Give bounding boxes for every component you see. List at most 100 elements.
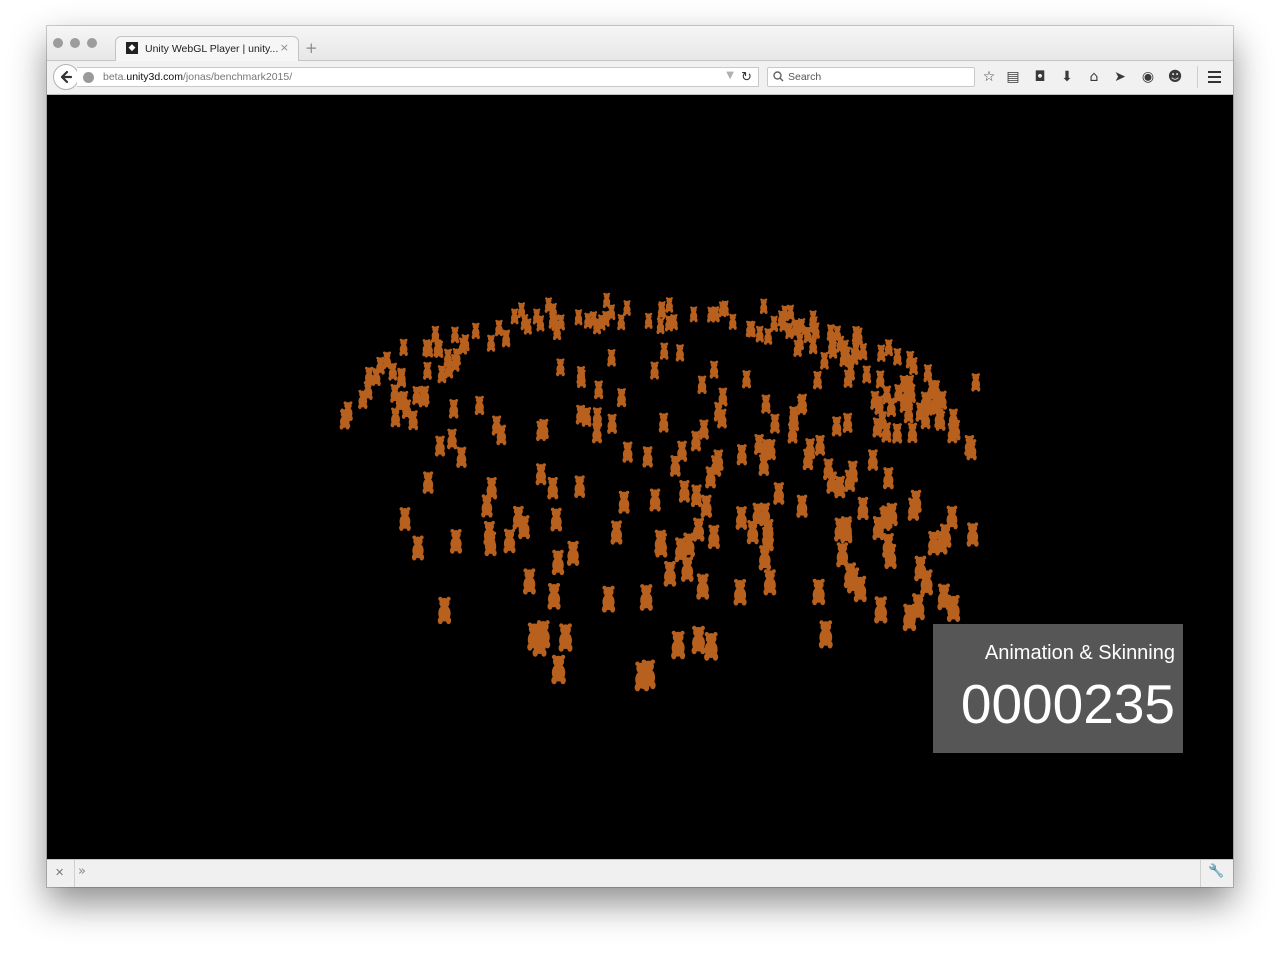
- teddy-bear: [551, 654, 566, 685]
- bookmark-star-icon[interactable]: ☆: [979, 68, 999, 86]
- teddy-bear: [690, 430, 702, 452]
- expand-chevron-icon[interactable]: »: [78, 864, 86, 879]
- teddy-bear: [903, 403, 914, 424]
- teddy-bear: [902, 603, 917, 632]
- teddy-bear: [831, 416, 842, 437]
- search-bar[interactable]: [767, 67, 975, 87]
- teddy-bear: [882, 467, 894, 490]
- teddy-bear: [818, 620, 833, 649]
- url-bar[interactable]: beta.unity3d.com/jonas/benchmark2015/ ▼ …: [77, 67, 759, 87]
- teddy-bear: [371, 367, 381, 387]
- teddy-bear: [858, 342, 868, 361]
- zoom-window-button[interactable]: [87, 38, 97, 48]
- benchmark-score-panel: Animation & Skinning 0000235: [933, 624, 1183, 753]
- teddy-bear: [946, 594, 961, 623]
- close-window-button[interactable]: [53, 38, 63, 48]
- teddy-bear: [736, 444, 748, 466]
- extension-icon[interactable]: ◉: [1138, 68, 1158, 86]
- wrench-icon[interactable]: 🔧: [1208, 864, 1224, 879]
- teddy-bear: [456, 446, 467, 469]
- teddy-bear: [758, 545, 772, 571]
- tab-close-icon[interactable]: ×: [280, 41, 289, 54]
- new-tab-button[interactable]: +: [305, 39, 318, 57]
- teddy-bear: [339, 409, 350, 430]
- teddy-bear: [812, 578, 826, 606]
- teddy-bear: [650, 361, 659, 380]
- teddy-bear: [358, 389, 368, 410]
- unity-logo-icon: ◆: [126, 42, 138, 54]
- teddy-bear: [692, 517, 705, 542]
- send-icon[interactable]: ➤: [1110, 68, 1130, 86]
- teddy-bear: [840, 519, 853, 544]
- teddy-bear: [689, 306, 698, 323]
- teddy-bear: [680, 556, 694, 582]
- teddy-bear: [669, 455, 681, 477]
- teddy-bear: [658, 412, 669, 433]
- url-text[interactable]: beta.unity3d.com/jonas/benchmark2015/: [103, 71, 292, 83]
- teddy-bear: [501, 330, 511, 348]
- teddy-bear: [446, 428, 458, 450]
- teddy-bear: [758, 454, 770, 476]
- developer-toolbar: ✕ » 🔧: [47, 859, 1233, 887]
- teddy-bear: [844, 469, 856, 492]
- teddy-bear: [853, 575, 867, 603]
- home-icon[interactable]: ⌂: [1084, 68, 1104, 86]
- teddy-bear: [761, 394, 771, 414]
- teddy-bear: [558, 623, 573, 652]
- teddy-bear: [390, 407, 401, 428]
- teddy-bear: [610, 520, 623, 545]
- teddy-bear: [566, 540, 580, 566]
- teddy-bear: [399, 507, 411, 531]
- reading-list-icon[interactable]: ▤: [1003, 68, 1023, 86]
- teddy-bear: [881, 422, 892, 443]
- teddy-bear: [690, 484, 703, 508]
- tab-title: Unity WebGL Player | unity...: [145, 43, 279, 55]
- webgl-canvas[interactable]: Animation & Skinning 0000235: [47, 95, 1233, 859]
- teddy-bear: [867, 449, 879, 471]
- teddy-bear: [616, 388, 627, 408]
- teddy-bear: [486, 334, 496, 352]
- teddy-bear: [707, 524, 720, 550]
- teddy-bear: [556, 358, 565, 377]
- minimize-window-button[interactable]: [70, 38, 80, 48]
- teddy-bear: [746, 519, 759, 545]
- chat-icon[interactable]: ☻: [1165, 68, 1185, 86]
- teddy-bear: [601, 585, 616, 613]
- teddy-bear: [820, 351, 829, 370]
- teddy-bear: [811, 322, 820, 339]
- reload-icon[interactable]: ↻: [741, 70, 752, 85]
- search-input[interactable]: [788, 70, 968, 84]
- teddy-bear: [675, 344, 685, 362]
- teddy-bear: [551, 549, 565, 576]
- teddy-bear: [576, 369, 587, 389]
- teddy-bear: [785, 322, 794, 340]
- close-icon[interactable]: ✕: [55, 866, 64, 879]
- teddy-bear: [503, 528, 516, 554]
- teddy-bear: [834, 475, 846, 499]
- teddy-bear: [893, 347, 902, 366]
- teddy-bear: [657, 303, 666, 319]
- navigation-toolbar: beta.unity3d.com/jonas/benchmark2015/ ▼ …: [47, 61, 1233, 95]
- teddy-bear: [434, 340, 444, 358]
- downloads-icon[interactable]: ⬇: [1057, 68, 1077, 86]
- menu-icon[interactable]: [1207, 68, 1223, 86]
- teddy-bear: [471, 322, 480, 340]
- teddy-bear: [802, 448, 814, 471]
- teddy-bear: [920, 409, 931, 430]
- pocket-icon[interactable]: ◘: [1030, 68, 1050, 86]
- tab-active[interactable]: ◆ Unity WebGL Player | unity... ×: [115, 36, 299, 61]
- teddy-bear: [770, 413, 780, 434]
- teddy-bear: [812, 370, 823, 390]
- back-button[interactable]: [53, 64, 79, 90]
- teddy-bear: [388, 362, 398, 381]
- teddy-bear: [574, 475, 586, 498]
- teddy-bear: [663, 560, 677, 587]
- teddy-bear: [532, 628, 547, 657]
- teddy-bear: [422, 471, 434, 494]
- teddy-bear: [909, 357, 918, 375]
- browser-window: ◆ Unity WebGL Player | unity... × + beta…: [47, 26, 1233, 887]
- teddy-bear: [522, 568, 536, 595]
- teddy-bear: [759, 298, 768, 315]
- teddy-bear: [947, 422, 958, 444]
- url-history-dropdown-icon[interactable]: ▼: [726, 70, 734, 81]
